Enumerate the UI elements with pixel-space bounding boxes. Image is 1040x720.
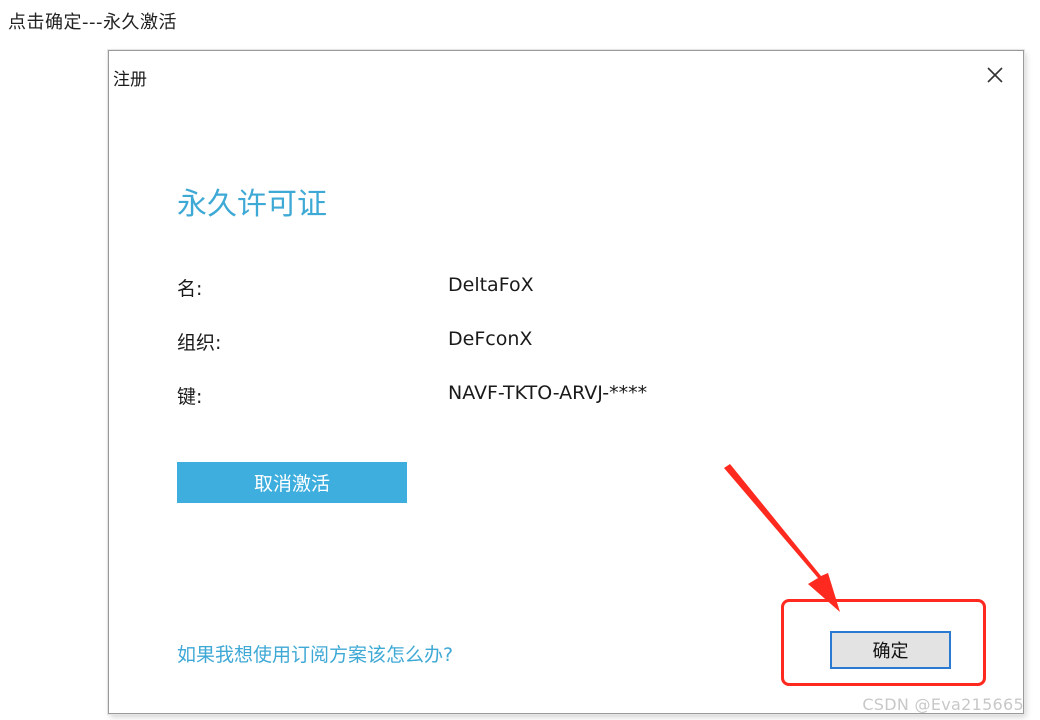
- subscription-link[interactable]: 如果我想使用订阅方案该怎么办?: [177, 640, 453, 667]
- name-label: 名:: [177, 278, 203, 300]
- ok-button[interactable]: 确定: [830, 631, 951, 669]
- deactivate-button[interactable]: 取消激活: [177, 462, 407, 503]
- name-value: DeltaFoX: [448, 274, 534, 296]
- key-value: NAVF-TKTO-ARVJ-****: [448, 382, 648, 404]
- key-label: 键:: [177, 386, 203, 408]
- caption-text: 点击确定---永久激活: [8, 12, 177, 33]
- dialog-title: 注册: [113, 70, 147, 90]
- license-heading: 永久许可证: [177, 187, 327, 222]
- watermark-text: CSDN @Eva215665: [862, 695, 1024, 714]
- close-button[interactable]: [981, 61, 1009, 89]
- organization-label: 组织:: [177, 332, 222, 354]
- registration-dialog: 注册 永久许可证 名: DeltaFoX 组织: DeFconX 键: NAVF…: [108, 50, 1024, 714]
- organization-value: DeFconX: [448, 328, 533, 350]
- close-icon: [987, 67, 1003, 83]
